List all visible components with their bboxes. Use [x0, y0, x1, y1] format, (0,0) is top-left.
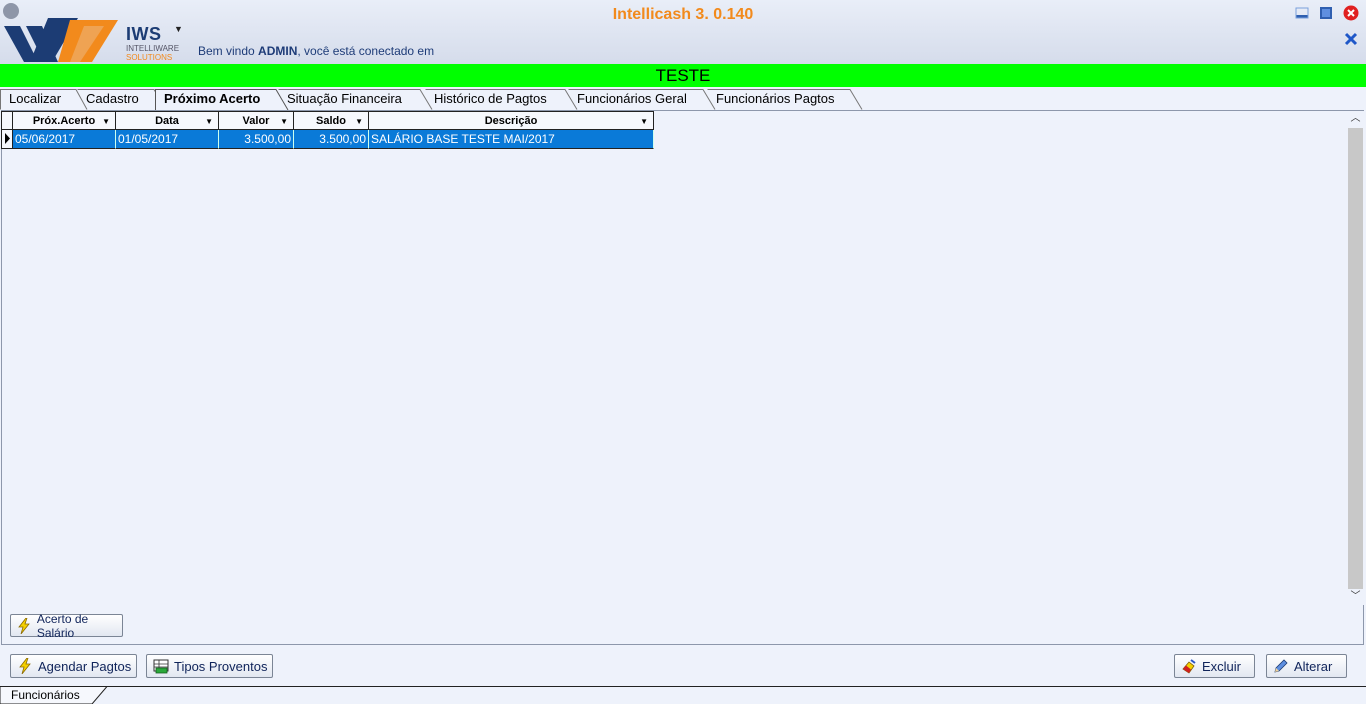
lightning-icon	[17, 658, 33, 674]
money-table-icon	[153, 658, 169, 674]
tab-cadastro[interactable]: Cadastro	[77, 88, 167, 110]
bottom-tab-line	[0, 686, 1366, 687]
scroll-down-icon[interactable]: ﹀	[1347, 589, 1364, 605]
tab-label: Funcionários Pagtos	[716, 91, 835, 106]
tab-historico-de-pagtos[interactable]: Histórico de Pagtos	[425, 88, 578, 110]
tab-label: Próximo Acerto	[164, 91, 261, 106]
column-header-label: Valor	[242, 115, 270, 127]
tab-funcionarios-geral[interactable]: Funcionários Geral	[568, 88, 716, 110]
current-row-arrow-icon	[5, 133, 10, 144]
button-label: Alterar	[1294, 658, 1333, 674]
excluir-button[interactable]: Excluir	[1174, 654, 1255, 678]
bottom-tab-funcionarios[interactable]: Funcionários	[11, 688, 80, 702]
eraser-icon	[1181, 658, 1197, 674]
tab-situacao-financeira[interactable]: Situação Financeira	[278, 88, 433, 110]
logo-wordmark: IWS	[126, 24, 162, 44]
welcome-message: Bem vindo ADMIN, você está conectado em	[198, 44, 434, 58]
acerto-de-salario-button[interactable]: Acerto de Salário	[10, 611, 123, 640]
agendar-pagtos-button[interactable]: Agendar Pagtos	[10, 654, 137, 678]
tab-content-panel	[1, 110, 1364, 645]
tab-label: Funcionários Geral	[577, 91, 687, 106]
close-module-button[interactable]	[1343, 31, 1359, 47]
column-filter-icon[interactable]: ▼	[355, 112, 363, 129]
logo-subtitle: INTELLIWARE	[126, 44, 180, 53]
column-header-valor[interactable]: Valor ▼	[219, 111, 294, 130]
cell-saldo[interactable]: 3.500,00	[294, 130, 369, 149]
close-window-button[interactable]	[1343, 5, 1359, 21]
record-name: TESTE	[655, 66, 711, 85]
column-filter-icon[interactable]: ▼	[640, 112, 648, 129]
tipos-proventos-button[interactable]: Tipos Proventos	[146, 654, 273, 678]
tab-strip: Localizar Cadastro Próximo Acerto Situaç…	[0, 88, 1366, 111]
tab-label: Situação Financeira	[287, 91, 402, 106]
column-filter-icon[interactable]: ▼	[205, 112, 213, 129]
column-header-label: Próx.Acerto	[32, 115, 96, 127]
tab-funcionarios-pagtos[interactable]: Funcionários Pagtos	[707, 88, 863, 110]
logo-subtitle-2: SOLUTIONS	[126, 53, 173, 62]
logo-menu-dropdown-icon[interactable]: ▼	[174, 24, 183, 34]
minimize-button[interactable]	[1294, 5, 1310, 21]
cell-valor[interactable]: 3.500,00	[219, 130, 294, 149]
welcome-user: ADMIN	[258, 44, 298, 58]
cell-prox-acerto[interactable]: 05/06/2017	[13, 130, 116, 149]
column-filter-icon[interactable]: ▼	[102, 112, 110, 129]
column-header-label: Descrição	[484, 115, 538, 127]
close-x-icon	[1344, 32, 1358, 46]
cell-data[interactable]: 01/05/2017	[116, 130, 219, 149]
tab-label: Localizar	[9, 91, 62, 106]
row-indicator[interactable]	[1, 130, 13, 149]
welcome-prefix: Bem vindo	[198, 44, 259, 58]
tab-label: Histórico de Pagtos	[434, 91, 547, 106]
cell-descricao[interactable]: SALÁRIO BASE TESTE MAI/2017	[369, 130, 654, 149]
column-header-descricao[interactable]: Descrição ▼	[369, 111, 654, 130]
pencil-icon	[1273, 658, 1289, 674]
minimize-icon	[1295, 7, 1309, 19]
scroll-up-icon[interactable]: ︿	[1347, 111, 1364, 127]
button-label: Tipos Proventos	[174, 658, 268, 674]
tab-label: Cadastro	[86, 91, 139, 106]
column-filter-icon[interactable]: ▼	[280, 112, 288, 129]
lightning-icon	[17, 617, 32, 634]
button-label: Acerto de Salário	[36, 611, 89, 640]
maximize-icon	[1320, 7, 1332, 19]
tab-localizar[interactable]: Localizar	[0, 88, 88, 110]
app-title: Intellicash 3. 0.140	[612, 6, 754, 23]
maximize-button[interactable]	[1318, 5, 1334, 21]
button-label: Excluir	[1202, 658, 1242, 674]
grid-corner	[1, 111, 13, 130]
close-circle-icon	[1343, 5, 1359, 21]
button-label: Agendar Pagtos	[38, 658, 132, 674]
column-header-label: Saldo	[316, 115, 346, 127]
column-header-data[interactable]: Data ▼	[116, 111, 219, 130]
alterar-button[interactable]: Alterar	[1266, 654, 1347, 678]
column-header-saldo[interactable]: Saldo ▼	[294, 111, 369, 130]
column-header-prox-acerto[interactable]: Próx.Acerto ▼	[13, 111, 116, 130]
welcome-suffix: , você está conectado em	[297, 44, 435, 58]
iws-logo	[3, 3, 118, 62]
scrollbar-thumb[interactable]	[1348, 128, 1363, 589]
tab-proximo-acerto[interactable]: Próximo Acerto	[155, 88, 290, 111]
column-header-label: Data	[155, 115, 179, 127]
